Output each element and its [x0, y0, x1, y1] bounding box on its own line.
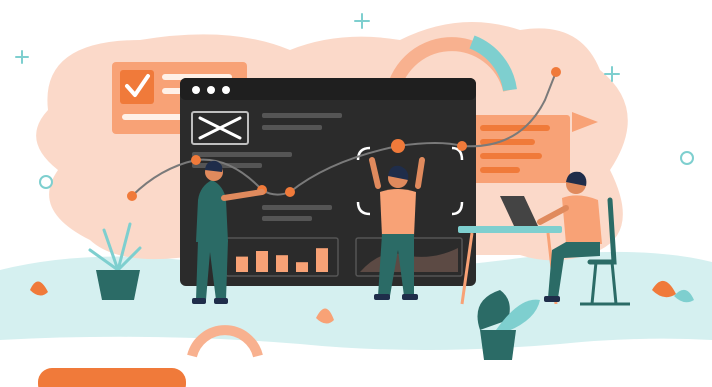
window-dot [207, 86, 215, 94]
trend-point [191, 155, 201, 165]
trend-point [391, 139, 405, 153]
bar [276, 255, 288, 272]
data-analytics-illustration [0, 13, 712, 387]
small-arc [187, 325, 263, 358]
trend-point [457, 141, 467, 151]
trend-point [127, 191, 137, 201]
window-dot [222, 86, 230, 94]
plus-icon [15, 50, 29, 64]
bar [316, 248, 328, 272]
bar [296, 262, 308, 272]
circle-icon [39, 175, 53, 189]
window-dot [192, 86, 200, 94]
plus-icon [354, 13, 370, 29]
bar [236, 256, 248, 272]
bar [256, 251, 268, 272]
trend-point [285, 187, 295, 197]
orange-pill [38, 368, 186, 387]
circle-icon [680, 151, 694, 165]
trend-point [551, 67, 561, 77]
